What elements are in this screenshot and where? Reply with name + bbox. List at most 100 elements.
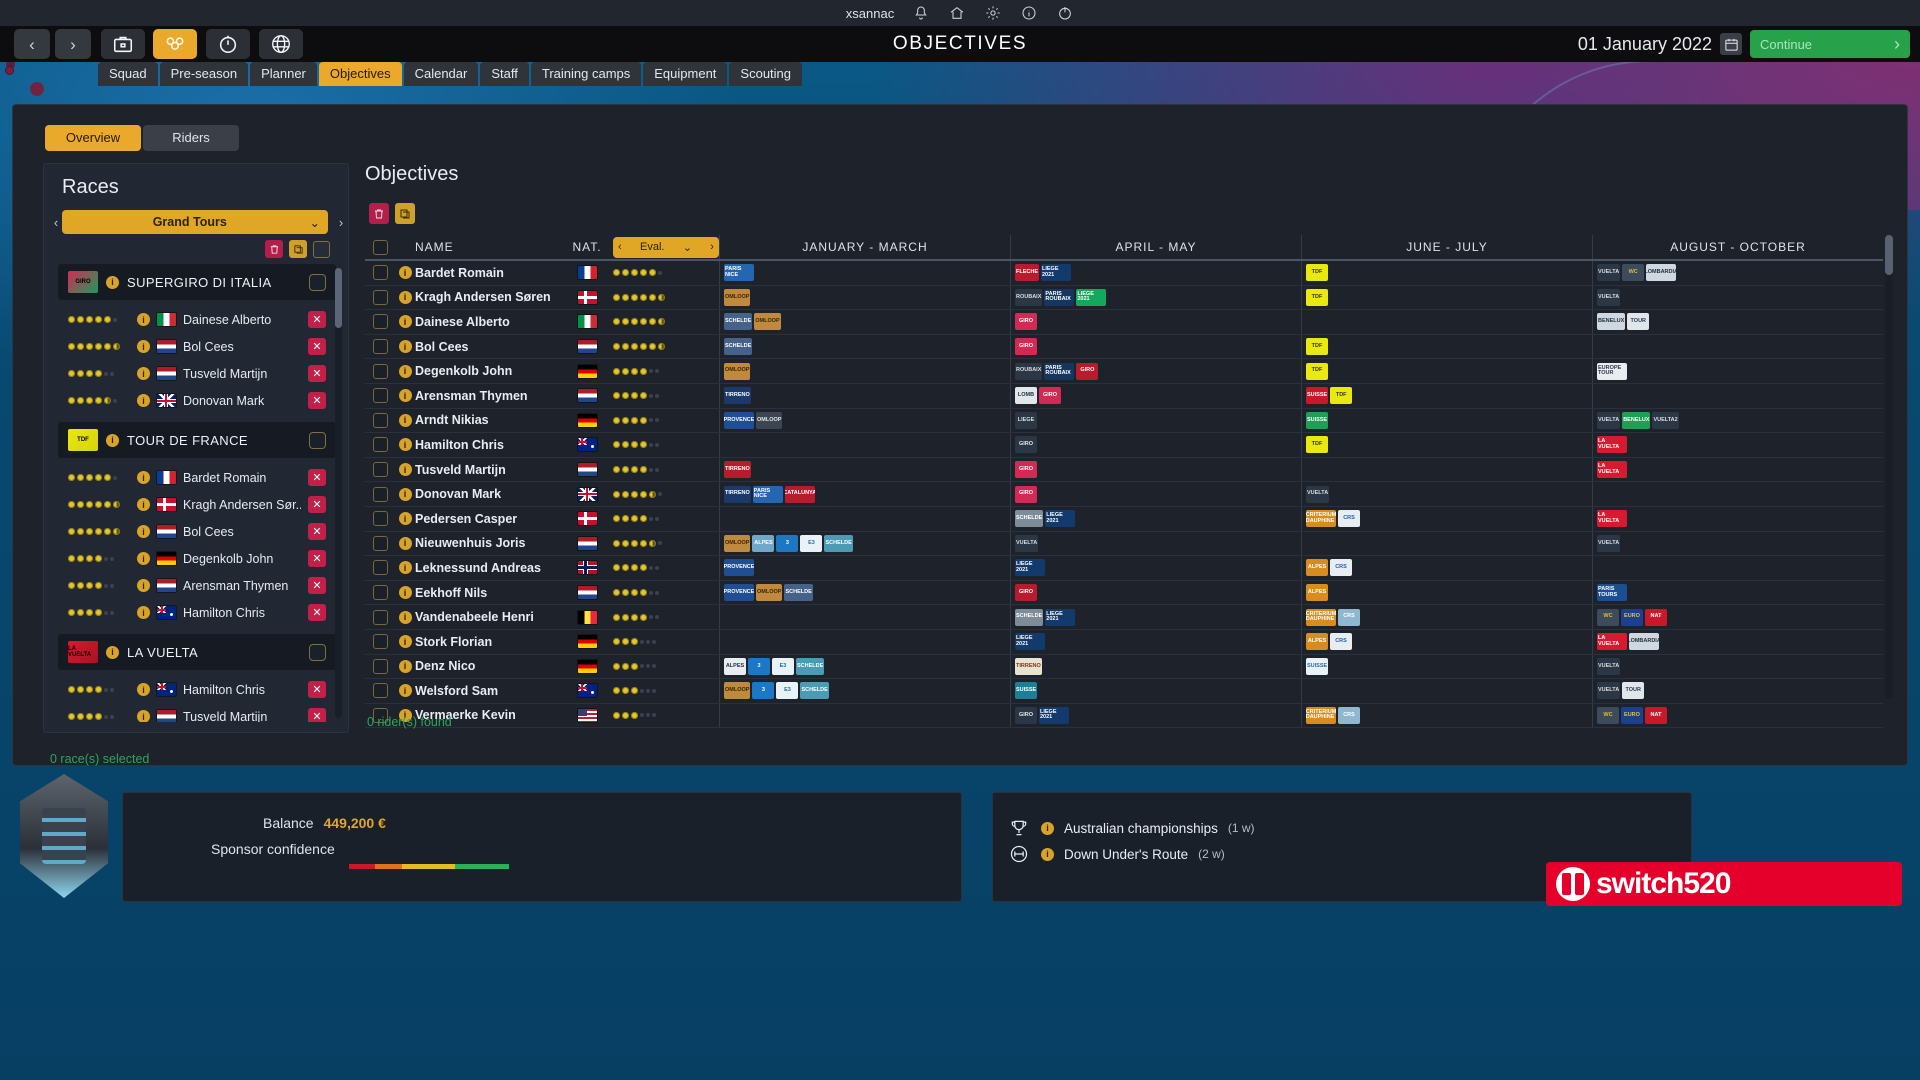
period-cell-3[interactable]: VUELTAWCLOMBARDIA	[1592, 261, 1883, 285]
tab-calendar[interactable]: Calendar	[403, 62, 479, 86]
remove-rider-button[interactable]: ✕	[308, 338, 326, 355]
rider-info-icon[interactable]: i	[398, 659, 412, 673]
period-cell-2[interactable]: CRITERIUM DAUPHINE CRS	[1301, 506, 1592, 531]
period-cell-2[interactable]: TDF	[1301, 334, 1592, 359]
period-cell-3[interactable]: VUELTA BENELUX VUELTA2	[1592, 408, 1883, 433]
race-badge[interactable]: GIRO	[1015, 338, 1037, 356]
race-badge[interactable]: CRS	[1338, 510, 1360, 528]
view-tab-riders[interactable]: Riders	[143, 125, 239, 151]
period-cell-3[interactable]	[1592, 334, 1883, 359]
race-badge[interactable]: LIEGE 2021	[1076, 288, 1107, 306]
rider-info-icon[interactable]: i	[137, 498, 150, 511]
table-row[interactable]: i Denz Nico ALPES 3 E3 SCHELDE TIRRENO SUISSE VU…	[365, 654, 1883, 680]
race-badge[interactable]: PARIS NICE	[724, 264, 754, 282]
info-icon[interactable]	[1020, 4, 1038, 22]
period-cell-3[interactable]: PARIS TOURS	[1592, 580, 1883, 605]
race-badge[interactable]: VUELTA	[1597, 411, 1621, 429]
rider-info-icon[interactable]: i	[137, 394, 150, 407]
race-badge[interactable]: TDF	[1306, 436, 1328, 454]
tab-equipment[interactable]: Equipment	[643, 62, 728, 86]
eval-select[interactable]: ‹ Eval. ⌄ ›	[613, 236, 719, 258]
race-badge[interactable]: ALPES	[724, 657, 746, 675]
race-badge[interactable]: GIRO	[1039, 387, 1061, 405]
race-badge[interactable]: VUELTA	[1306, 485, 1330, 503]
race-badge[interactable]: GIRO	[1076, 362, 1099, 380]
period-cell-2[interactable]: CRITERIUM DAUPHINE CRS	[1301, 703, 1592, 728]
rider-info-icon[interactable]: i	[137, 525, 150, 538]
race-badge[interactable]: NAT	[1645, 706, 1667, 724]
race-badge[interactable]: NAT	[1645, 608, 1667, 626]
race-badge[interactable]: GIRO	[1015, 313, 1037, 331]
select-all-riders-checkbox[interactable]	[372, 239, 388, 255]
period-cell-2[interactable]: ALPES CRS	[1301, 556, 1592, 580]
period-cell-3[interactable]: WC EURO NAT	[1592, 703, 1883, 728]
row-checkbox[interactable]	[372, 535, 388, 551]
delete-races-button[interactable]	[265, 240, 283, 258]
rider-info-icon[interactable]: i	[137, 367, 150, 380]
period-cell-1[interactable]: ROUBAIX PARIS ROUBAIX LIEGE 2021	[1010, 285, 1301, 310]
period-cell-0[interactable]	[719, 629, 1010, 654]
race-badge[interactable]: VUELTA	[1597, 288, 1621, 306]
race-badge[interactable]: LOMBARDIA	[1646, 264, 1677, 282]
table-row[interactable]: i Welsford Sam OMLOOP 3 E3 SCHELDE SUISSE VUELT…	[365, 679, 1883, 704]
remove-rider-button[interactable]: ✕	[308, 604, 326, 621]
period-cell-0[interactable]: TIRRENO PARIS NICE CATALUNYA	[719, 482, 1010, 506]
race-badge[interactable]: SUISSE	[1306, 387, 1329, 405]
period-cell-2[interactable]	[1301, 531, 1592, 556]
table-row[interactable]: i Bol Cees SCHELDE GIRO TDF	[365, 334, 1883, 360]
gear-icon[interactable]	[984, 4, 1002, 22]
period-cell-1[interactable]: LIEGE 2021	[1010, 629, 1301, 654]
period-cell-0[interactable]: PROVENCE OMLOOP	[719, 408, 1010, 433]
period-cell-0[interactable]: OMLOOP ALPES 3 E3 SCHELDE	[719, 531, 1010, 556]
race-badge[interactable]: TOUR	[1622, 682, 1645, 700]
race-badge[interactable]: ROUBAIX	[1015, 362, 1043, 380]
race-badge[interactable]: FLECHE	[1015, 264, 1039, 282]
row-checkbox[interactable]	[372, 265, 388, 281]
race-badge[interactable]: WC	[1597, 706, 1619, 724]
table-row[interactable]: i Eekhoff Nils PROVENCE OMLOOP SCHELDE GIRO AL…	[365, 580, 1883, 606]
race-badge[interactable]: LIEGE	[1015, 411, 1037, 429]
period-cell-3[interactable]	[1592, 383, 1883, 408]
period-cell-0[interactable]: TIRRENO	[719, 383, 1010, 408]
race-badge[interactable]: 3	[748, 657, 770, 675]
race-badge[interactable]: ROUBAIX	[1015, 288, 1043, 306]
race-badge[interactable]: 3	[776, 534, 799, 552]
race-badge[interactable]: VUELTA	[1015, 534, 1039, 552]
row-checkbox[interactable]	[372, 314, 388, 330]
row-checkbox[interactable]	[372, 585, 388, 601]
continue-button[interactable]: Continue ›	[1750, 30, 1910, 58]
period-cell-0[interactable]: ALPES 3 E3 SCHELDE	[719, 654, 1010, 679]
race-badge[interactable]: VUELTA	[1597, 264, 1621, 282]
race-info-icon[interactable]: i	[106, 645, 119, 659]
period-cell-3[interactable]	[1592, 556, 1883, 580]
race-rider-row[interactable]: i Hamilton Chris ✕	[58, 599, 336, 626]
period-cell-2[interactable]: ALPES	[1301, 580, 1592, 605]
period-cell-0[interactable]: SCHELDE OMLOOP	[719, 310, 1010, 334]
period-cell-1[interactable]: ROUBAIX PARIS ROUBAIX GIRO	[1010, 359, 1301, 383]
rider-info-icon[interactable]: i	[398, 684, 412, 698]
period-cell-1[interactable]: SCHELDE LIEGE 2021	[1010, 605, 1301, 629]
period-cell-3[interactable]: LA VUELTA	[1592, 457, 1883, 482]
tab-squad[interactable]: Squad	[98, 62, 158, 86]
rider-info-icon[interactable]: i	[398, 561, 412, 575]
period-cell-3[interactable]: VUELTA	[1592, 285, 1883, 310]
race-badge[interactable]: LIEGE 2021	[1045, 608, 1076, 626]
race-badge[interactable]: ALPES	[752, 534, 775, 552]
eval-next-arrow[interactable]: ›	[710, 241, 714, 253]
rider-info-icon[interactable]: i	[137, 579, 150, 592]
period-cell-0[interactable]	[719, 605, 1010, 629]
table-row[interactable]: i Dainese Alberto SCHELDE OMLOOP GIRO BENELUX…	[365, 310, 1883, 335]
period-cell-1[interactable]: LOMB GIRO	[1010, 383, 1301, 408]
race-badge[interactable]: SCHELDE	[1015, 510, 1044, 528]
period-cell-1[interactable]: GIRO	[1010, 433, 1301, 457]
race-badge[interactable]: BENELUX	[1622, 411, 1651, 429]
race-badge[interactable]: TDF	[1306, 288, 1328, 306]
race-badge[interactable]: VUELTA2	[1652, 411, 1679, 429]
race-badge[interactable]: CATALUNYA	[784, 485, 815, 503]
race-badge[interactable]: PROVENCE	[724, 584, 754, 602]
race-badge[interactable]: SUISSE	[1306, 657, 1329, 675]
row-checkbox[interactable]	[372, 486, 388, 502]
race-badge[interactable]: TDF	[1330, 387, 1353, 405]
race-badge[interactable]: PARIS TOURS	[1597, 584, 1627, 602]
table-row[interactable]: i Degenkolb John OMLOOP ROUBAIX PARIS ROUBAI…	[365, 359, 1883, 384]
